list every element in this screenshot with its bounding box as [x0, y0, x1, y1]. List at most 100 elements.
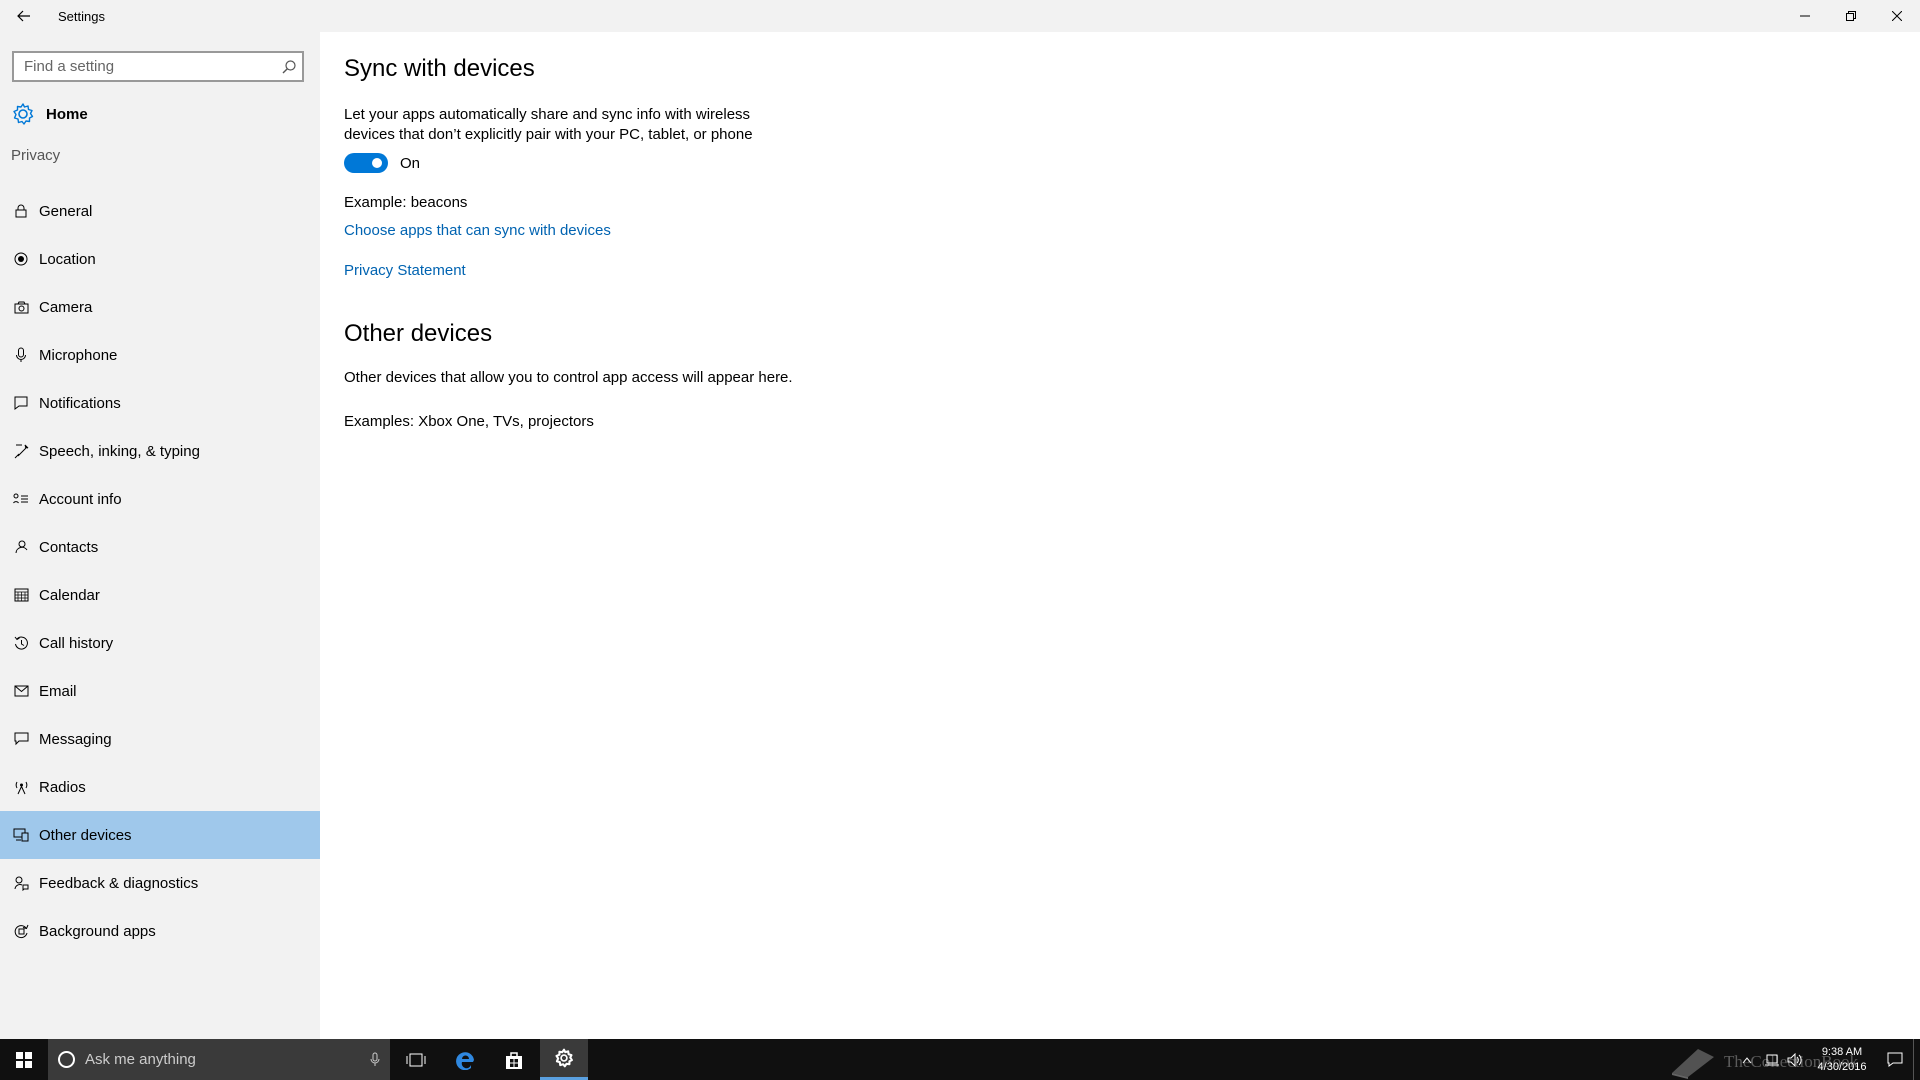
sidebar-item-camera[interactable]: Camera: [0, 283, 320, 331]
sidebar-item-general[interactable]: General: [0, 187, 320, 235]
restore-button[interactable]: [1828, 0, 1874, 32]
cortana-icon: [58, 1051, 75, 1068]
message-icon: [11, 729, 31, 749]
search-icon[interactable]: [276, 53, 302, 80]
edge-icon: [456, 1051, 474, 1070]
sidebar-item-background-apps[interactable]: Background apps: [0, 907, 320, 955]
sidebar-item-messaging[interactable]: Messaging: [0, 715, 320, 763]
system-tray: 9:38 AM 4/30/2016: [1735, 1039, 1920, 1080]
sidebar-item-label: Microphone: [39, 346, 118, 364]
action-center-button[interactable]: [1877, 1052, 1913, 1067]
speech-icon: [11, 441, 31, 461]
toggle-state-label: On: [400, 154, 421, 172]
volume-icon: [1787, 1052, 1802, 1067]
location-icon: [11, 249, 31, 269]
radio-icon: [11, 777, 31, 797]
taskbar: Ask me anything TheCollectionBook 9:38 A…: [0, 1039, 1920, 1080]
sidebar-item-radios[interactable]: Radios: [0, 763, 320, 811]
sidebar-item-call-history[interactable]: Call history: [0, 619, 320, 667]
task-view-icon: [406, 1053, 426, 1066]
volume-button[interactable]: [1783, 1052, 1807, 1067]
microphone-icon: [11, 345, 31, 365]
choose-apps-link[interactable]: Choose apps that can sync with devices: [344, 222, 611, 239]
home-label: Home: [46, 105, 88, 123]
network-button[interactable]: [1759, 1053, 1783, 1067]
sidebar-item-label: Camera: [39, 298, 93, 316]
sidebar-item-label: Messaging: [39, 730, 112, 748]
clock-time: 9:38 AM: [1821, 1045, 1863, 1058]
contacts-icon: [11, 537, 31, 557]
back-button[interactable]: [0, 0, 48, 32]
task-view-button[interactable]: [392, 1039, 440, 1080]
sidebar-item-feedback[interactable]: Feedback & diagnostics: [0, 859, 320, 907]
search-input[interactable]: [14, 57, 276, 76]
section-label: Privacy: [11, 147, 61, 164]
cortana-search-box[interactable]: Ask me anything: [48, 1039, 390, 1080]
gear-icon: [555, 1048, 573, 1068]
sidebar-item-calendar[interactable]: Calendar: [0, 571, 320, 619]
sidebar-item-label: Feedback & diagnostics: [39, 874, 199, 892]
search-box[interactable]: [12, 51, 304, 82]
lock-icon: [11, 201, 31, 221]
sidebar-item-label: Background apps: [39, 922, 156, 940]
sidebar-item-label: Contacts: [39, 538, 99, 556]
camera-icon: [11, 297, 31, 317]
other-devices-description: Other devices that allow you to control …: [344, 369, 793, 386]
close-icon: [1892, 11, 1902, 21]
devices-icon: [11, 825, 31, 845]
notification-icon: [11, 393, 31, 413]
page-title: Sync with devices: [344, 55, 535, 82]
window-controls: [1782, 0, 1920, 32]
sidebar-item-location[interactable]: Location: [0, 235, 320, 283]
close-button[interactable]: [1874, 0, 1920, 32]
clock[interactable]: 9:38 AM 4/30/2016: [1807, 1045, 1877, 1075]
start-button[interactable]: [0, 1039, 48, 1080]
window-title: Settings: [58, 8, 105, 24]
clock-date: 4/30/2016: [1817, 1060, 1867, 1073]
example-text: Example: beacons: [344, 194, 468, 211]
sync-toggle[interactable]: [344, 153, 388, 173]
home-nav-item[interactable]: Home: [0, 92, 320, 136]
store-icon: [506, 1051, 522, 1069]
cortana-search-text: Ask me anything: [85, 1051, 196, 1068]
sidebar-item-email[interactable]: Email: [0, 667, 320, 715]
sidebar-item-speech[interactable]: Speech, inking, & typing: [0, 427, 320, 475]
sync-toggle-row: On: [344, 153, 420, 173]
sync-description: Let your apps automatically share and sy…: [344, 106, 753, 143]
sidebar-item-other-devices[interactable]: Other devices: [0, 811, 320, 859]
back-arrow-icon: [17, 10, 30, 22]
sidebar-item-label: Account info: [39, 490, 122, 508]
background-apps-icon: [11, 921, 31, 941]
other-devices-heading: Other devices: [344, 320, 493, 347]
sidebar-item-label: Email: [39, 682, 77, 700]
sidebar-item-label: Other devices: [39, 826, 132, 844]
privacy-statement-link[interactable]: Privacy Statement: [344, 262, 466, 279]
sidebar-item-microphone[interactable]: Microphone: [0, 331, 320, 379]
sidebar-item-notifications[interactable]: Notifications: [0, 379, 320, 427]
sidebar-item-label: Radios: [39, 778, 86, 796]
sidebar-item-label: Call history: [39, 634, 114, 652]
minimize-button[interactable]: [1782, 0, 1828, 32]
account-icon: [11, 489, 31, 509]
settings-taskbar-button[interactable]: [540, 1039, 588, 1080]
show-hidden-icons-button[interactable]: [1735, 1056, 1759, 1064]
sidebar-item-account-info[interactable]: Account info: [0, 475, 320, 523]
show-desktop-button[interactable]: [1913, 1039, 1920, 1080]
sidebar-item-contacts[interactable]: Contacts: [0, 523, 320, 571]
windows-logo-icon: [16, 1051, 32, 1068]
sidebar-item-label: Notifications: [39, 394, 121, 412]
sidebar-item-label: General: [39, 202, 93, 220]
store-taskbar-button[interactable]: [490, 1039, 538, 1080]
sidebar-item-label: Location: [39, 250, 96, 268]
action-center-icon: [1887, 1052, 1903, 1067]
restore-icon: [1846, 11, 1856, 21]
feedback-icon: [11, 873, 31, 893]
edge-taskbar-button[interactable]: [442, 1039, 490, 1080]
sidebar: Home Privacy General Location Camera Mic…: [0, 32, 320, 1039]
book-logo-icon: [1672, 1049, 1714, 1079]
sidebar-item-label: Speech, inking, & typing: [39, 442, 200, 460]
microphone-icon[interactable]: [360, 1052, 390, 1067]
chevron-up-icon: [1742, 1056, 1752, 1063]
minimize-icon: [1800, 15, 1810, 17]
email-icon: [11, 681, 31, 701]
